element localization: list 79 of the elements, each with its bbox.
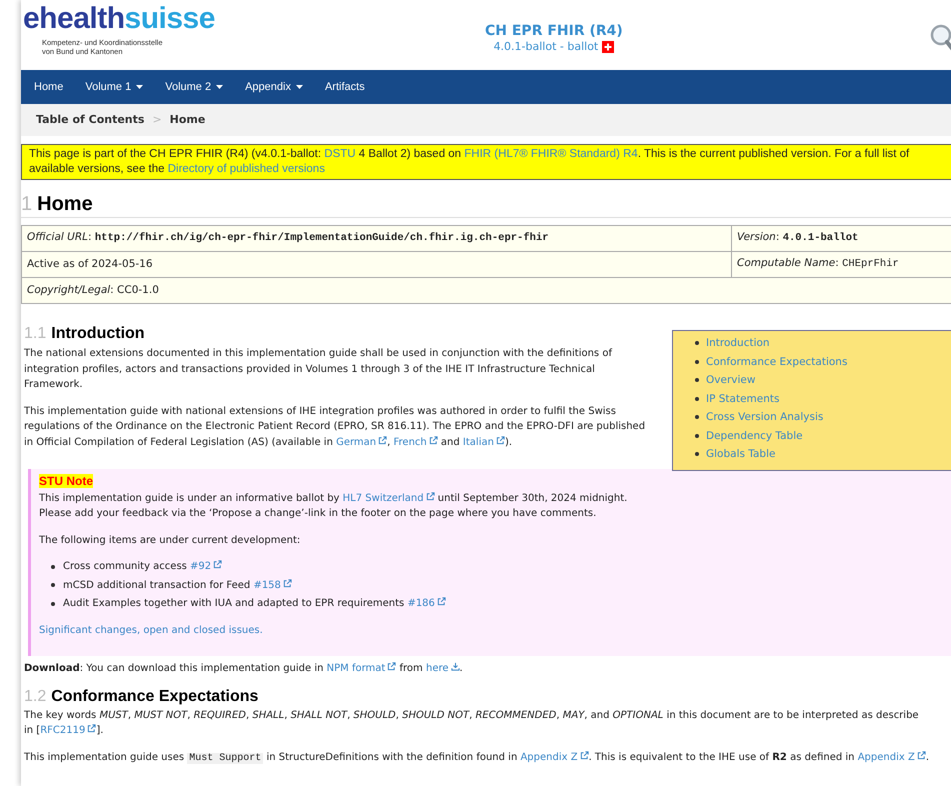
link[interactable]: German	[336, 436, 388, 448]
external-link-icon	[282, 578, 292, 588]
external-link-icon	[428, 436, 438, 444]
toc-link[interactable]: Cross Version Analysis	[706, 408, 824, 426]
bullet-icon	[51, 602, 55, 606]
nav-item[interactable]: Appendix	[245, 78, 303, 96]
bullet-icon	[695, 396, 699, 401]
table-cell: Official URL: http://fhir.ch/ig/ch-epr-fhir/ImplementationGuide/ch.fhir.ig.ch-epr-fhir	[22, 226, 732, 252]
link[interactable]: Italian	[462, 436, 505, 448]
paragraph: The following items are under current development:	[39, 534, 302, 548]
bullet-icon	[695, 341, 699, 346]
link[interactable]: Appendix Z	[520, 752, 589, 762]
bullet-icon	[51, 564, 55, 569]
paragraph: This implementation guide is under an informative ballot by HL7 Switzerland until September 30th, 2024 midnight. Please add your feedback via the ‘Propose a change’-link in the footer on the page where you have comments.	[39, 490, 628, 521]
external-link-icon	[580, 750, 589, 760]
toc-link[interactable]: Dependency Table	[706, 426, 803, 445]
caret-icon	[216, 85, 224, 89]
section-heading: 1 Home	[21, 192, 94, 216]
breadcrumb-item[interactable]: Home	[170, 112, 206, 128]
paragraph: This implementation guide with national extensions of IHE integration profiles was authored in order to fulfil the Swiss regulations of the Ordinance on the Electronic Patient Record (EPRO, SR 816.11). The EPRO and the EPRO-DFI are published in Official Compilation of Federal Legislation (AS) (available in German , French and Italian ).	[24, 404, 646, 450]
external-link-icon	[87, 724, 96, 733]
toc-link[interactable]: IP Statements	[706, 390, 780, 408]
external-link-icon	[213, 560, 222, 569]
table-cell: Active as of 2024-05-16	[22, 252, 732, 278]
download-icon	[450, 662, 460, 671]
nav-item[interactable]: Volume 2	[165, 78, 224, 96]
version-notice: This page is part of the CH EPR FHIR (R4) (v4.0.1-ballot: DSTU 4 Ballot 2) based on FHIR (HL7® FHIR® Standard) R4. This is the current published version. For a full list of available versions, see the Directory of published versions	[29, 147, 910, 177]
bullet-icon	[695, 378, 699, 382]
site-title: CH EPR FHIR (R4)	[485, 23, 623, 40]
bullet-icon	[695, 415, 699, 420]
link[interactable]: NPM format	[326, 663, 396, 674]
paragraph: The national extensions documented in this implementation guide shall be used in conjunction with the definitions of integration profiles, actors and transactions provided in Volumes 1 through 3 of the IHE IT Infrastructure Technical Framework.	[24, 347, 614, 392]
external-link-icon	[916, 750, 926, 760]
external-link-icon	[426, 492, 435, 500]
paragraph: This implementation guide uses Must Support in StructureDefinitions with the definition found in Appendix Z . This is equivalent to the IHE use of R2 as defined in Appendix Z .	[24, 750, 930, 766]
link[interactable]: Appendix Z	[858, 752, 926, 762]
toc-link[interactable]: Globals Table	[706, 445, 776, 464]
section-heading: 1.1 Introduction	[24, 324, 146, 344]
list-item: Audit Examples together with IUA and adapted to EPR requirements #186	[63, 596, 446, 612]
bullet-icon	[695, 452, 699, 456]
external-link-icon	[378, 436, 388, 444]
nav-item[interactable]: Volume 1	[85, 78, 144, 96]
link[interactable]: French	[394, 436, 438, 448]
toc-link[interactable]: Overview	[706, 371, 756, 390]
table-cell: Version: 4.0.1-ballot	[732, 226, 951, 252]
link[interactable]: #158	[253, 580, 292, 590]
download-note: Download: You can download this implementation guide in NPM format from here .	[23, 661, 464, 676]
bullet-icon	[695, 360, 699, 364]
breadcrumb-separator: >	[152, 112, 162, 128]
link[interactable]: RFC2119	[40, 725, 96, 736]
caret-icon	[296, 85, 303, 89]
list-item: Cross community access #92	[63, 559, 222, 574]
link[interactable]: Directory of published versions	[168, 163, 325, 175]
external-link-icon	[436, 597, 446, 606]
link[interactable]: Significant changes, open and closed issues.	[39, 624, 263, 636]
list-item: mCSD additional transaction for Feed #158	[63, 578, 292, 593]
table-cell: Copyright/Legal: CC0-1.0	[22, 278, 951, 304]
toc-link[interactable]: Introduction	[706, 334, 770, 352]
link[interactable]: FHIR (HL7® FHIR® Standard) R4	[464, 148, 638, 160]
link[interactable]: HL7 Switzerland	[342, 492, 435, 504]
link[interactable]: here	[426, 663, 460, 674]
nav-item[interactable]: Home	[34, 78, 64, 96]
swiss-flag-icon	[602, 41, 614, 53]
breadcrumb-item[interactable]: Table of Contents	[36, 112, 144, 128]
nav-item[interactable]: Artifacts	[324, 78, 365, 96]
section-heading: 1.2 Conformance Expectations	[24, 686, 260, 706]
link[interactable]: #186	[407, 598, 446, 609]
logo[interactable]: ehealthsuisse	[23, 2, 215, 36]
external-link-icon	[387, 662, 396, 671]
note-label: STU Note	[39, 474, 93, 488]
paragraph: The key words MUST, MUST NOT, REQUIRED, SHALL, SHALL NOT, SHOULD, SHOULD NOT, RECOMMENDED, MAY, and OPTIONAL in this document are to be interpreted as describe in [RFC2119 ].	[24, 708, 920, 738]
version-label: 4.0.1-ballot - ballot	[494, 40, 598, 54]
bullet-icon	[695, 434, 699, 438]
toc-link[interactable]: Conformance Expectations	[706, 352, 848, 371]
link[interactable]: #92	[190, 561, 222, 572]
link[interactable]: DSTU	[324, 148, 356, 160]
caret-icon	[136, 85, 144, 89]
external-link-icon	[496, 436, 505, 444]
bullet-icon	[51, 583, 55, 588]
